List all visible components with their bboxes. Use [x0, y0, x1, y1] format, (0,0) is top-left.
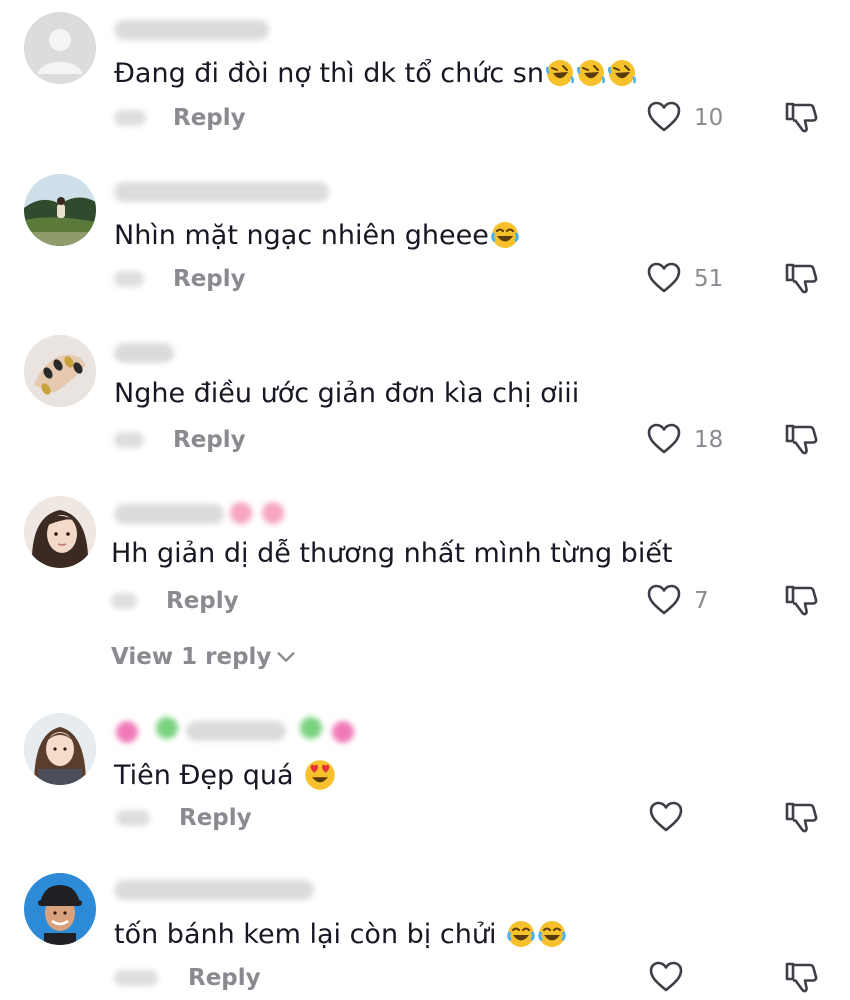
username-blurred[interactable]: [114, 20, 269, 40]
timestamp-blurred: [114, 432, 144, 448]
comment-text: Hh giản dị dễ thương nhất mình từng biết: [111, 538, 673, 569]
thumbs-down-icon[interactable]: [782, 798, 820, 836]
username-blurred[interactable]: [114, 504, 224, 524]
timestamp-blurred: [114, 271, 144, 287]
heart-eyes-emoji: [303, 758, 337, 792]
thumbs-down-icon[interactable]: [782, 958, 820, 996]
view-replies-button[interactable]: View 1 reply: [111, 643, 297, 675]
username-blurred[interactable]: [114, 880, 314, 900]
joy-emoji: [490, 220, 520, 250]
reply-button[interactable]: Reply: [166, 587, 239, 615]
joy-emoji: [537, 919, 567, 949]
reply-button[interactable]: Reply: [179, 804, 252, 832]
portrait-photo-avatar: [24, 713, 96, 785]
heart-emoji-blurred: [116, 721, 138, 743]
chevron-down-icon: [275, 646, 297, 675]
timestamp-blurred: [114, 970, 158, 986]
comment-text: Nghe điều ước giản đơn kìa chị ơiii: [114, 378, 580, 409]
timestamp-blurred: [116, 810, 150, 826]
avatar[interactable]: [24, 496, 96, 568]
username-blurred[interactable]: [186, 721, 286, 741]
timestamp-blurred: [114, 110, 146, 126]
heart-outline-icon[interactable]: [648, 959, 684, 995]
heart-outline-icon[interactable]: [648, 799, 684, 835]
heart-outline-icon[interactable]: [646, 99, 682, 135]
thumbs-down-icon[interactable]: [782, 420, 820, 458]
like-count: 7: [694, 588, 709, 614]
reply-button[interactable]: Reply: [173, 104, 246, 132]
like-count: 51: [694, 266, 724, 292]
heart-emoji-blurred: [332, 721, 354, 743]
rofl-emoji: [576, 58, 606, 88]
avatar[interactable]: [24, 873, 96, 945]
reply-button[interactable]: Reply: [173, 265, 246, 293]
avatar[interactable]: [24, 12, 96, 84]
avatar[interactable]: [24, 713, 96, 785]
like-count: 18: [694, 427, 724, 453]
like-count: 10: [694, 105, 724, 131]
timestamp-blurred: [111, 593, 137, 609]
username-blurred[interactable]: [114, 182, 329, 202]
comment-text: Tiên Đẹp quá: [114, 758, 337, 793]
reply-button[interactable]: Reply: [173, 426, 246, 454]
username-blurred[interactable]: [114, 343, 174, 363]
heart-outline-icon[interactable]: [646, 582, 682, 618]
thumbs-down-icon[interactable]: [782, 259, 820, 297]
rofl-emoji: [545, 58, 575, 88]
sparkle-emoji-blurred: [230, 502, 252, 524]
heart-outline-icon[interactable]: [646, 260, 682, 296]
default-avatar-icon: [24, 12, 96, 84]
thumbs-down-icon[interactable]: [782, 98, 820, 136]
avatar[interactable]: [24, 335, 96, 407]
nails-photo-avatar: [24, 335, 96, 407]
rofl-emoji: [607, 58, 637, 88]
joy-emoji: [506, 919, 536, 949]
comment-text: Nhìn mặt ngạc nhiên gheee: [114, 219, 520, 253]
portrait-photo-avatar: [24, 496, 96, 568]
comment-text: Đang đi đòi nợ thì dk tổ chức sn: [114, 57, 637, 91]
comment-text: tốn bánh kem lại còn bị chửi: [114, 918, 567, 952]
heart-emoji-blurred: [156, 717, 178, 739]
sparkle-emoji-blurred: [262, 502, 284, 524]
avatar[interactable]: [24, 174, 96, 246]
heart-emoji-blurred: [300, 717, 322, 739]
reply-button[interactable]: Reply: [188, 964, 261, 992]
portrait-photo-avatar: [24, 873, 96, 945]
landscape-photo-avatar: [24, 174, 96, 246]
thumbs-down-icon[interactable]: [782, 581, 820, 619]
heart-outline-icon[interactable]: [646, 421, 682, 457]
